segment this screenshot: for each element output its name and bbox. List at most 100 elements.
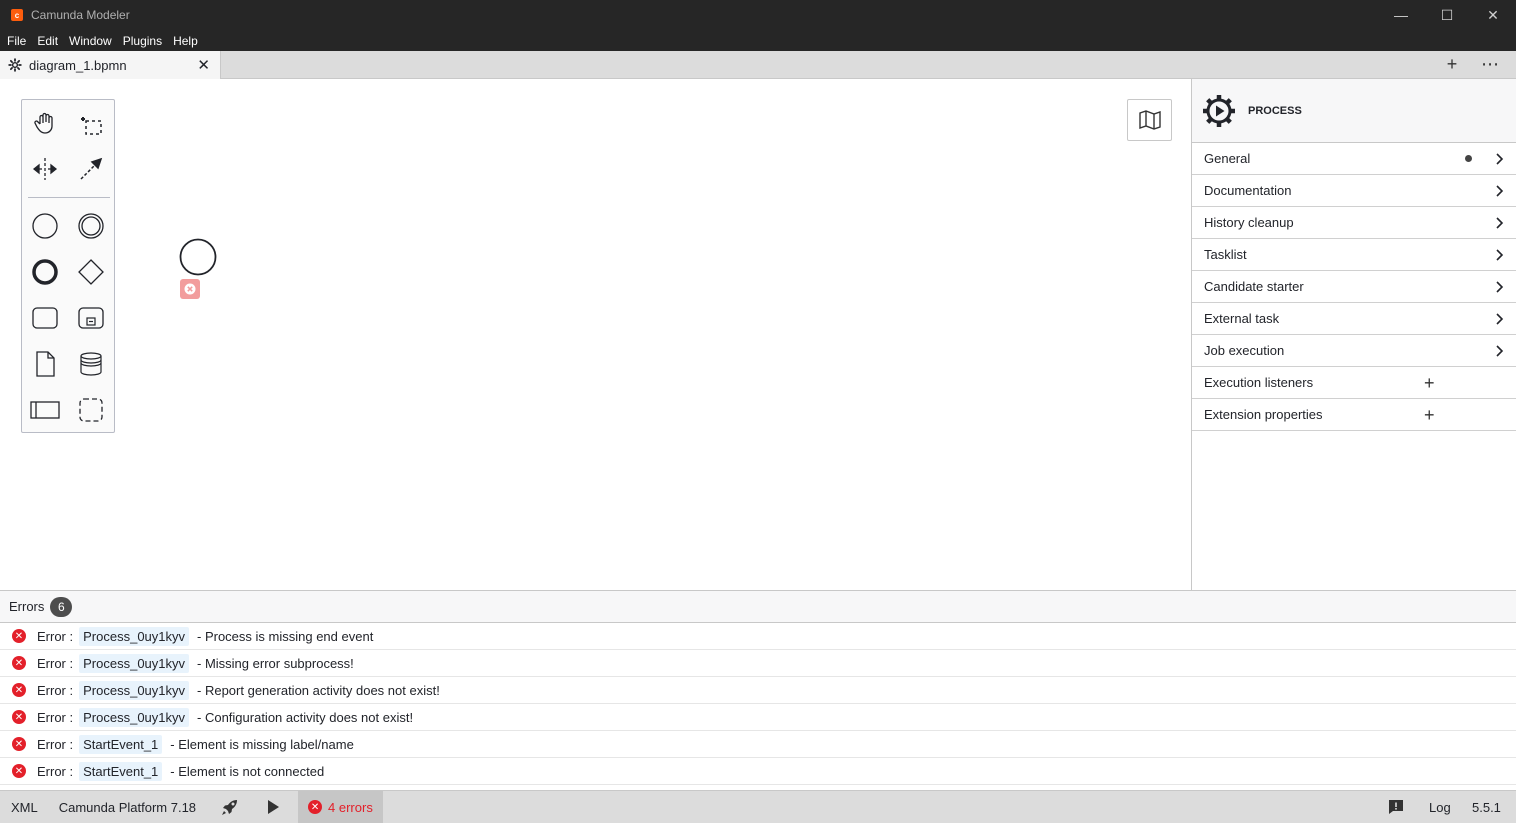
start-event-element[interactable] (179, 238, 217, 276)
menu-file[interactable]: File (7, 34, 26, 48)
chevron-right-icon (1496, 249, 1504, 261)
close-tab-icon[interactable]: ✕ (197, 56, 210, 74)
error-message: - Configuration activity does not exist! (197, 709, 414, 725)
bpmn-canvas[interactable] (0, 79, 1191, 590)
properties-header: PROCESS (1192, 79, 1516, 143)
chevron-right-icon (1496, 153, 1504, 165)
play-icon (268, 800, 280, 814)
create-intermediate-event[interactable] (71, 206, 111, 246)
create-data-object[interactable] (25, 344, 65, 384)
group-general[interactable]: General (1192, 143, 1516, 175)
create-subprocess[interactable] (71, 298, 111, 338)
tab-label: diagram_1.bpmn (29, 57, 127, 73)
group-documentation[interactable]: Documentation (1192, 175, 1516, 207)
hand-tool[interactable] (25, 103, 65, 143)
error-icon: ✕ (12, 656, 26, 670)
error-x-icon (184, 283, 196, 295)
tool-palette (21, 99, 115, 433)
error-element-id[interactable]: Process_0uy1kyv (79, 680, 190, 700)
error-label: Error : (37, 682, 74, 698)
hand-icon (34, 112, 53, 134)
group-label: Job execution (1204, 343, 1285, 358)
error-label: Error : (37, 655, 74, 671)
connect-tool[interactable] (71, 149, 111, 189)
error-label: Error : (37, 736, 74, 752)
run-button[interactable] (266, 791, 280, 823)
create-pool[interactable] (25, 390, 65, 430)
global-connect-icon (80, 157, 103, 180)
space-tool-icon (32, 158, 58, 180)
xml-toggle-button[interactable]: XML (11, 791, 38, 823)
map-icon (1138, 110, 1161, 130)
space-tool[interactable] (25, 149, 65, 189)
chevron-right-icon (1496, 185, 1504, 197)
group-icon (79, 398, 103, 422)
errors-tab-label: Errors (9, 599, 45, 614)
add-execution-listener-button[interactable]: + (1424, 373, 1435, 394)
group-candidate-starter[interactable]: Candidate starter (1192, 271, 1516, 303)
more-options-button[interactable]: ⋯ (1480, 54, 1500, 75)
group-history-cleanup[interactable]: History cleanup (1192, 207, 1516, 239)
maximize-button[interactable]: ☐ (1424, 0, 1470, 30)
group-tasklist[interactable]: Tasklist (1192, 239, 1516, 271)
error-row[interactable]: ✕ Error : Process_0uy1kyv - Report gener… (0, 677, 1516, 704)
error-message: - Element is not connected (170, 763, 325, 779)
group-extension-properties[interactable]: Extension properties + (1192, 399, 1516, 431)
error-message: - Missing error subprocess! (197, 655, 354, 671)
group-label: Documentation (1204, 183, 1292, 198)
window-title: Camunda Modeler (31, 8, 130, 22)
platform-version-button[interactable]: Camunda Platform 7.18 (59, 791, 196, 823)
feedback-button[interactable] (1388, 791, 1404, 823)
window-controls: — ☐ ✕ (1378, 0, 1516, 30)
errors-count-badge: 6 (50, 596, 73, 617)
error-row[interactable]: ✕ Error : StartEvent_1 - Element is miss… (0, 731, 1516, 758)
error-row[interactable]: ✕ Error : Process_0uy1kyv - Configuratio… (0, 704, 1516, 731)
title-bar: c Camunda Modeler — ☐ ✕ (0, 0, 1516, 30)
error-element-id[interactable]: Process_0uy1kyv (79, 653, 190, 673)
error-element-id[interactable]: Process_0uy1kyv (79, 707, 190, 727)
create-group[interactable] (71, 390, 111, 430)
create-gateway[interactable] (71, 252, 111, 292)
gateway-icon (78, 259, 104, 285)
palette-separator (28, 197, 110, 198)
deploy-button[interactable] (220, 791, 240, 823)
intermediate-event-icon (78, 213, 104, 239)
errors-tab[interactable]: Errors 6 (0, 591, 1516, 623)
close-window-button[interactable]: ✕ (1470, 0, 1516, 30)
menu-edit[interactable]: Edit (37, 34, 58, 48)
error-row[interactable]: ✕ Error : Process_0uy1kyv - Process is m… (0, 623, 1516, 650)
log-button[interactable]: Log (1429, 791, 1451, 823)
tab-diagram-1[interactable]: diagram_1.bpmn ✕ (0, 51, 221, 79)
minimap-toggle-button[interactable] (1127, 99, 1172, 141)
group-external-task[interactable]: External task (1192, 303, 1516, 335)
error-label: Error : (37, 709, 74, 725)
status-bar: XML Camunda Platform 7.18 ✕ 4 errors Log… (0, 790, 1516, 823)
error-icon: ✕ (12, 629, 26, 643)
error-element-id[interactable]: Process_0uy1kyv (79, 626, 190, 646)
add-tab-button[interactable]: + (1442, 54, 1462, 75)
error-element-id[interactable]: StartEvent_1 (79, 761, 163, 781)
menu-help[interactable]: Help (173, 34, 198, 48)
group-label: External task (1204, 311, 1280, 326)
group-job-execution[interactable]: Job execution (1192, 335, 1516, 367)
group-execution-listeners[interactable]: Execution listeners + (1192, 367, 1516, 399)
error-message: - Element is missing label/name (170, 736, 354, 752)
error-row[interactable]: ✕ Error : StartEvent_1 - Element is not … (0, 758, 1516, 785)
create-data-store[interactable] (71, 344, 111, 384)
error-overlay-marker[interactable] (180, 279, 200, 299)
menu-window[interactable]: Window (69, 34, 112, 48)
minimize-button[interactable]: — (1378, 0, 1424, 30)
create-end-event[interactable] (25, 252, 65, 292)
add-extension-property-button[interactable]: + (1424, 405, 1435, 426)
error-row[interactable]: ✕ Error : Process_0uy1kyv - Missing erro… (0, 650, 1516, 677)
create-start-event[interactable] (25, 206, 65, 246)
menu-plugins[interactable]: Plugins (123, 34, 162, 48)
rocket-icon (222, 800, 238, 815)
tab-bar: diagram_1.bpmn ✕ + ⋯ (0, 51, 1516, 79)
error-element-id[interactable]: StartEvent_1 (79, 734, 163, 754)
properties-panel: PROCESS General Documentation History cl… (1191, 79, 1516, 590)
errors-status-button[interactable]: ✕ 4 errors (298, 790, 383, 823)
lasso-tool[interactable] (71, 103, 111, 143)
create-task[interactable] (25, 298, 65, 338)
group-label: Execution listeners (1204, 375, 1314, 390)
